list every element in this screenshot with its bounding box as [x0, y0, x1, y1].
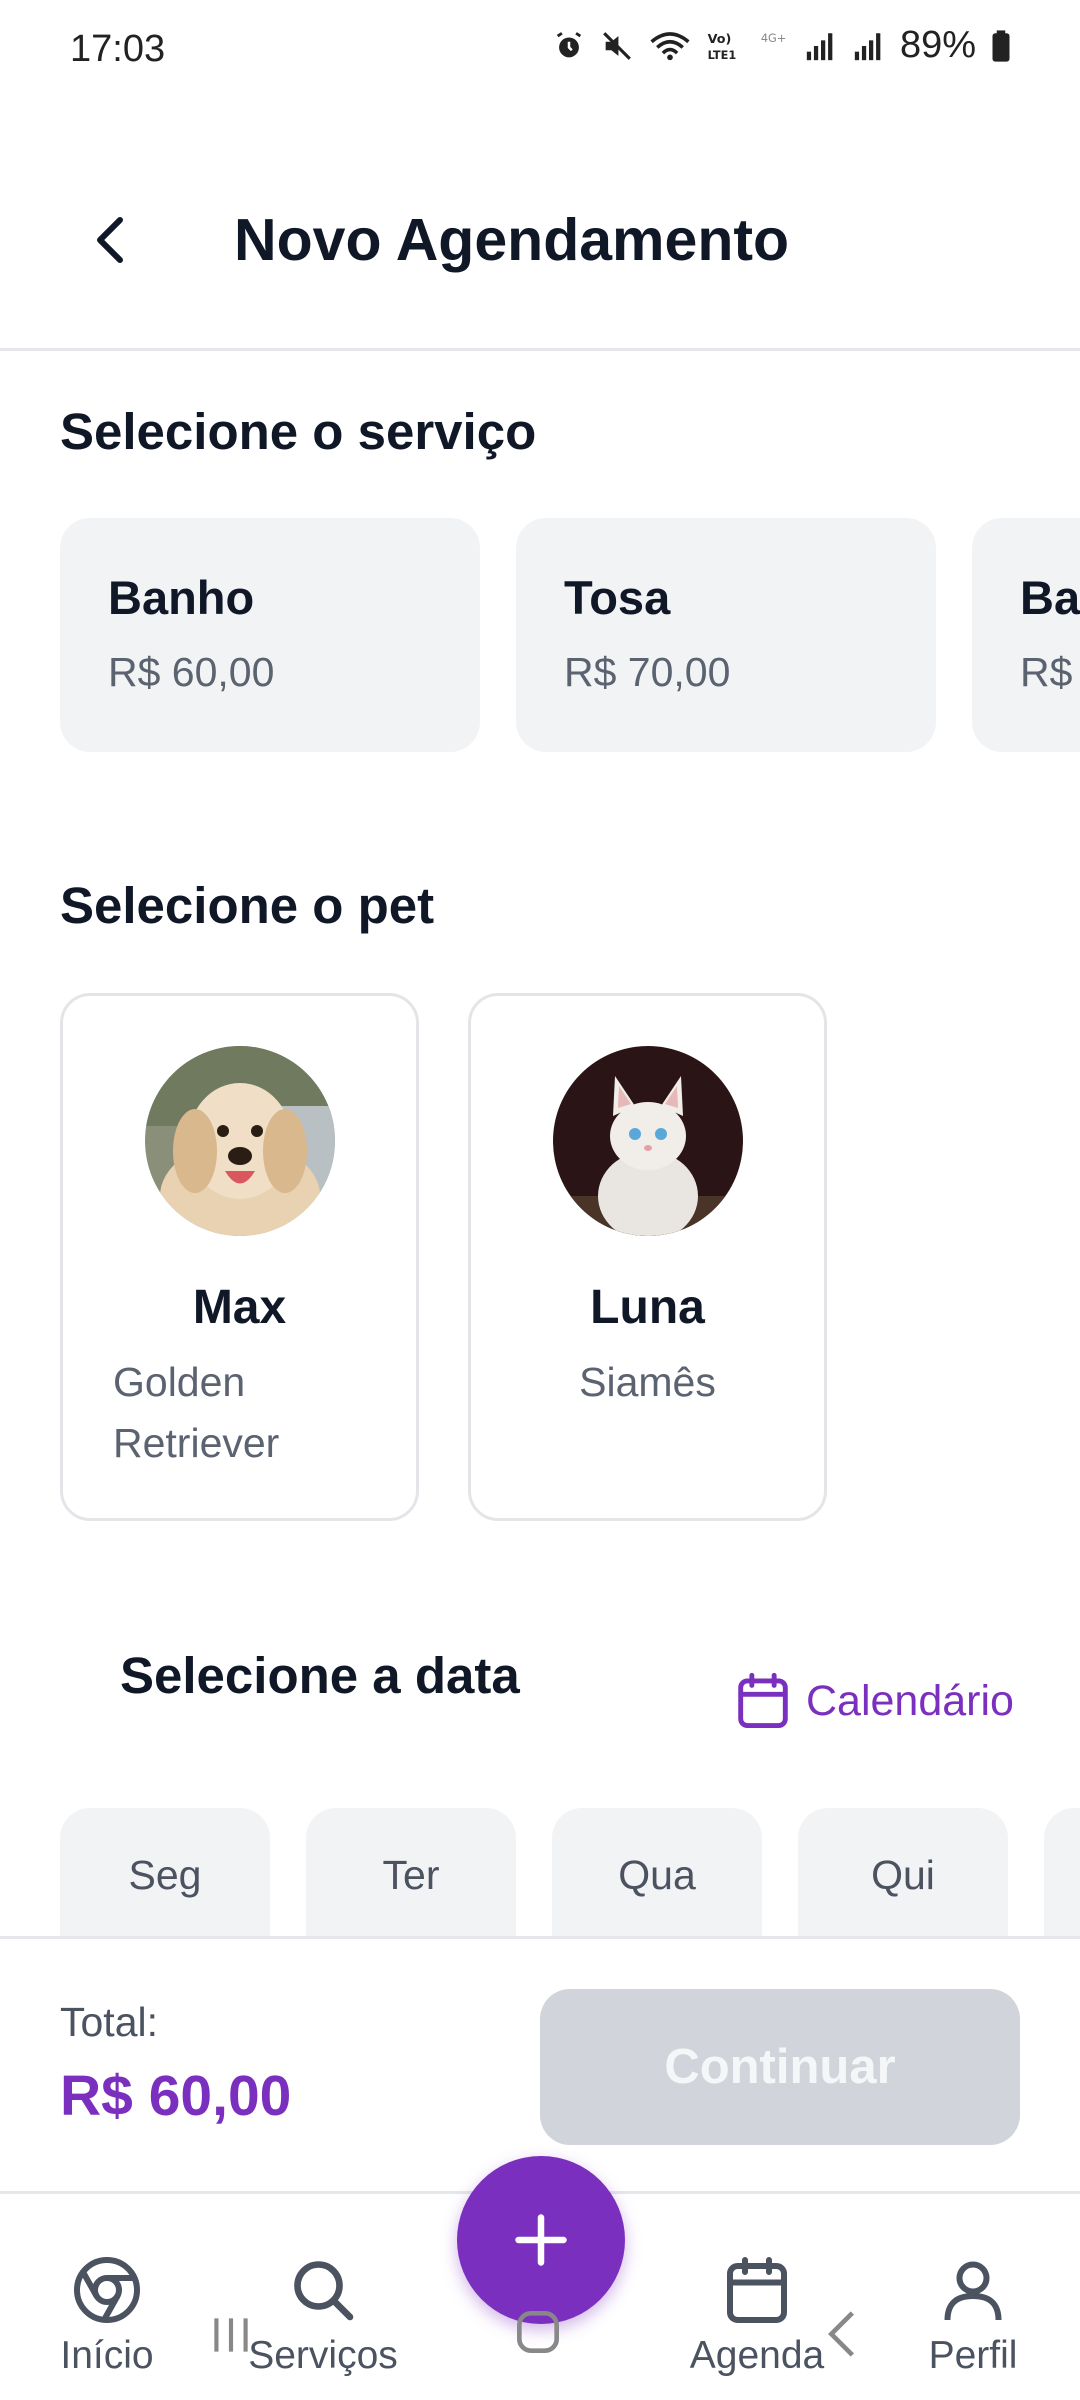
total-value: R$ 60,00	[60, 2064, 292, 2128]
svg-text:4G+: 4G+	[761, 30, 786, 44]
plus-icon	[515, 2214, 567, 2266]
back-button[interactable]	[70, 200, 150, 280]
status-icons: Vo) LTE1 4G+ 89%	[552, 24, 1012, 67]
pet-avatar-dog	[145, 1046, 335, 1236]
calendar-icon	[727, 2257, 787, 2323]
app-header: Novo Agendamento	[0, 160, 1080, 320]
pet-breed: Siamês	[579, 1359, 716, 1405]
page-title: Novo Agendamento	[234, 207, 790, 273]
nav-item-inicio[interactable]: Início	[22, 2254, 192, 2378]
nav-item-perfil[interactable]: Perfil	[888, 2254, 1058, 2378]
chevron-left-icon	[97, 217, 123, 263]
pets-title: Selecione o pet	[60, 877, 435, 934]
calendar-icon	[738, 1672, 788, 1728]
pet-card-luna[interactable]: Luna Siamês	[468, 993, 827, 1521]
alarm-icon	[552, 29, 586, 63]
nav-item-agenda[interactable]: Agenda	[672, 2254, 842, 2378]
date-title: Selecione a data	[120, 1647, 520, 1704]
svg-text:LTE1: LTE1	[708, 47, 737, 61]
status-time: 17:03	[70, 28, 166, 70]
status-bar: 17:03 Vo) LTE1 4G+ 89%	[0, 0, 1080, 100]
day-chip-partial[interactable]	[1044, 1808, 1080, 1938]
calendar-link[interactable]: Calendário	[736, 1672, 1014, 1730]
calendar-label: Calendário	[806, 1676, 1014, 1725]
total-label: Total:	[60, 1999, 158, 2045]
nav-item-servicos[interactable]: Serviços	[238, 2254, 408, 2378]
search-icon	[294, 2261, 354, 2321]
day-chip-ter[interactable]: Ter	[306, 1808, 516, 1938]
nav-label: Agenda	[689, 2334, 825, 2377]
chrome-icon	[74, 2257, 140, 2323]
services-list[interactable]: Banho R$ 60,00 Tosa R$ 70,00 Ba R$	[60, 518, 1080, 754]
service-name: Ba	[1020, 571, 1080, 624]
service-name: Tosa	[564, 571, 671, 624]
day-chip-seg[interactable]: Seg	[60, 1808, 270, 1938]
header-divider	[0, 348, 1080, 351]
pet-name: Max	[192, 1281, 287, 1334]
signal-icon	[852, 29, 886, 63]
pet-breed: Golden Retriever	[113, 1359, 280, 1466]
recent-apps-button[interactable]	[206, 2310, 256, 2365]
nav-label: Serviços	[248, 2334, 398, 2377]
system-back-button[interactable]	[818, 2306, 868, 2367]
4g-icon: 4G+	[760, 29, 790, 63]
service-name: Banho	[108, 571, 255, 624]
battery-icon	[990, 29, 1012, 63]
wifi-icon	[648, 29, 692, 63]
services-title: Selecione o serviço	[60, 403, 537, 460]
user-icon	[944, 2261, 1002, 2321]
volte-icon: Vo) LTE1	[706, 29, 746, 63]
continue-button[interactable]: Continuar	[540, 1989, 1020, 2145]
day-chip-qui[interactable]: Qui	[798, 1808, 1008, 1938]
day-chip-qua[interactable]: Qua	[552, 1808, 762, 1938]
nav-label: Início	[60, 2334, 154, 2377]
pet-card-max[interactable]: Max Golden Retriever	[60, 993, 419, 1521]
recent-apps-icon	[214, 2318, 248, 2352]
chevron-left-icon	[828, 2311, 854, 2357]
home-button[interactable]	[510, 2304, 566, 2365]
service-price: R$ 60,00	[108, 649, 275, 695]
pet-avatar-cat	[553, 1046, 743, 1236]
mute-icon	[600, 29, 634, 63]
service-price: R$	[1020, 649, 1073, 695]
service-card-banho[interactable]: Banho R$ 60,00	[60, 518, 480, 752]
add-appointment-button[interactable]	[457, 2156, 625, 2324]
service-price: R$ 70,00	[564, 649, 731, 695]
service-card-partial[interactable]: Ba R$	[972, 518, 1080, 752]
days-list[interactable]: Seg Ter Qua Qui	[60, 1808, 1080, 1938]
service-card-tosa[interactable]: Tosa R$ 70,00	[516, 518, 936, 752]
battery-percent: 89%	[899, 24, 976, 66]
svg-text:Vo): Vo)	[708, 32, 732, 47]
pet-name: Luna	[590, 1281, 705, 1334]
nav-label: Perfil	[928, 2334, 1018, 2377]
signal-icon	[804, 29, 838, 63]
home-icon	[517, 2311, 559, 2353]
